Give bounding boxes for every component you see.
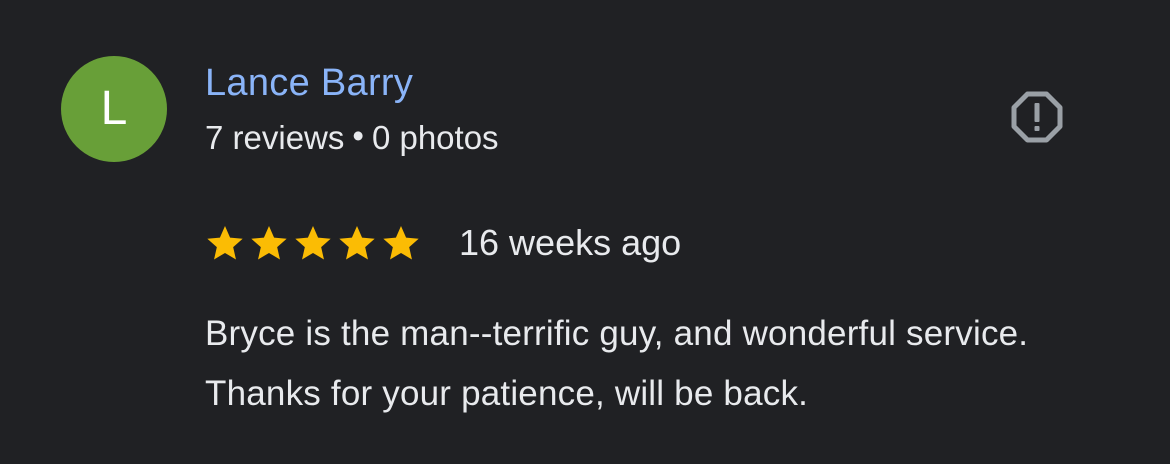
photos-count: 0 photos <box>371 119 499 156</box>
meta-separator: • <box>352 117 364 154</box>
reviewer-name[interactable]: Lance Barry <box>205 60 413 106</box>
star-icon <box>251 226 287 260</box>
review-text: Bryce is the man--terrific guy, and wond… <box>205 314 1029 413</box>
star-rating <box>205 223 421 263</box>
star-icon <box>383 226 419 260</box>
review-time: 16 weeks ago <box>459 222 682 263</box>
reviewer-meta: 7 reviews • 0 photos <box>205 117 499 158</box>
report-flag-octagon-icon <box>1011 91 1063 143</box>
star-icon <box>295 226 331 260</box>
report-review-button[interactable] <box>1006 86 1068 148</box>
star-icon <box>207 226 243 260</box>
review-card: L Lance Barry 7 reviews • 0 photos 16 week… <box>0 0 1170 464</box>
avatar[interactable]: L <box>61 56 167 162</box>
star-icon <box>339 226 375 260</box>
reviews-count: 7 reviews <box>205 119 345 156</box>
avatar-initial: L <box>100 82 128 135</box>
rating-row: 16 weeks ago <box>205 220 681 266</box>
